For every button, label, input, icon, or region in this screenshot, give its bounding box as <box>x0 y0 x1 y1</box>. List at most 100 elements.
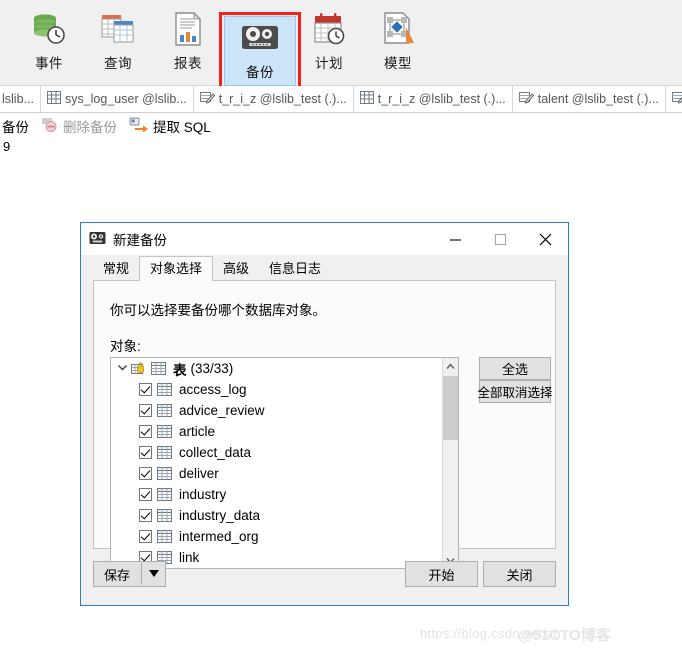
document-tab[interactable]: lslib... <box>0 86 41 112</box>
toolbar-label-query: 查询 <box>104 56 132 71</box>
tree-item-checkbox[interactable] <box>139 404 152 417</box>
tab-info-log[interactable]: 信息日志 <box>259 257 332 281</box>
dialog-tab-strip[interactable]: 常规 对象选择 高级 信息日志 <box>81 255 568 281</box>
tree-item-checkbox[interactable] <box>139 509 152 522</box>
chevron-down-icon[interactable] <box>149 570 159 577</box>
tree-item[interactable]: industry_data <box>111 505 442 526</box>
start-button[interactable]: 开始 <box>405 561 478 587</box>
table-icon <box>157 467 172 480</box>
save-split-button[interactable]: 保存 <box>93 561 166 587</box>
dialog-title-text: 新建备份 <box>113 233 167 248</box>
panel-description: 你可以选择要备份哪个数据库对象。 <box>110 303 326 318</box>
backup-highlight-annotation <box>219 12 301 90</box>
tree-item-label: access_log <box>179 382 247 397</box>
table-icon <box>157 509 172 522</box>
save-button-label: 保存 <box>104 567 131 583</box>
toolbar-button-report[interactable]: 报表 <box>155 8 221 78</box>
minimize-icon[interactable] <box>433 223 478 255</box>
grid-icon <box>46 91 61 107</box>
document-tab[interactable]: talent @lslib_test (.)... <box>513 86 666 112</box>
table-icon <box>157 446 172 459</box>
document-tab-label: lslib... <box>2 92 34 106</box>
tab-object-selection[interactable]: 对象选择 <box>139 256 214 281</box>
backup-tape-icon <box>89 231 106 248</box>
toolbar-label-model: 模型 <box>384 56 412 71</box>
tree-item-label: industry <box>179 487 227 502</box>
object-tree[interactable]: 表 (33/33) access_log advice_review artic… <box>110 357 459 569</box>
tree-item-label: industry_data <box>179 508 261 523</box>
toolbar-button-model[interactable]: 模型 <box>365 8 431 78</box>
toolbar-button-query[interactable]: 查询 <box>85 8 151 78</box>
tree-item[interactable]: deliver <box>111 463 442 484</box>
tree-root-row[interactable]: 表 (33/33) <box>111 358 442 379</box>
action-extract-sql[interactable]: 提取 SQL <box>129 116 211 136</box>
tree-item-checkbox[interactable] <box>139 425 152 438</box>
grid-icon <box>359 91 374 107</box>
chevron-down-icon[interactable] <box>117 363 131 375</box>
document-tab-label: sys_log_user @lslib... <box>64 92 187 106</box>
tree-item[interactable]: access_log <box>111 379 442 400</box>
tree-item-checkbox[interactable] <box>139 530 152 543</box>
grid-row-value: 9 <box>3 139 11 154</box>
action-delete-backup[interactable]: 删除备份 <box>41 116 117 136</box>
toolbar-button-schedule[interactable]: 计划 <box>296 8 362 78</box>
document-tab[interactable]: t_r_i_z @lslib_test (.)... <box>194 86 354 112</box>
tree-root-label: 表 <box>173 362 187 378</box>
main-toolbar: 事件 查询 报表 备份 计划 模型 <box>0 0 682 90</box>
delete-backup-icon <box>41 117 59 135</box>
toolbar-button-events[interactable]: 事件 <box>16 8 82 78</box>
query-table-icon <box>98 8 138 50</box>
report-chart-icon <box>168 8 208 50</box>
tree-scrollbar[interactable] <box>442 358 458 568</box>
tree-item-label: article <box>179 424 216 439</box>
tree-root-count: (33/33) <box>190 361 234 376</box>
maximize-icon[interactable] <box>478 223 523 255</box>
tree-item-label: collect_data <box>179 445 252 460</box>
tree-item-checkbox[interactable] <box>139 467 152 480</box>
tree-item[interactable]: industry <box>111 484 442 505</box>
dialog-title-bar[interactable]: 新建备份 <box>81 223 568 255</box>
table-icon <box>157 488 172 501</box>
tab-advanced[interactable]: 高级 <box>213 257 260 281</box>
tree-item-label: intermed_org <box>179 529 259 544</box>
select-all-button[interactable]: 全选 <box>479 357 551 380</box>
watermark-brand: @51CTO博客 <box>518 627 611 644</box>
deselect-all-button[interactable]: 全部取消选择 <box>478 380 553 403</box>
tree-item-checkbox[interactable] <box>139 383 152 396</box>
action-new-backup[interactable]: 备份 <box>0 116 29 136</box>
object-tree-body: 表 (33/33) access_log advice_review artic… <box>111 358 442 568</box>
document-tab-label: talent @lslib_test (.)... <box>537 92 659 106</box>
table-icon <box>157 425 172 438</box>
document-tab-bar[interactable]: lslib... sys_log_user @lslib... t_r_i_z … <box>0 86 682 113</box>
close-icon[interactable] <box>523 223 568 255</box>
document-tab-label: t_r_i_z @lslib_test (.)... <box>377 92 506 106</box>
toolbar-label-events: 事件 <box>35 56 63 71</box>
pencil-icon <box>671 91 682 108</box>
document-tab[interactable]: sys_log_user @lslib... <box>41 86 194 112</box>
scroll-up-icon[interactable] <box>443 358 458 374</box>
scrollbar-thumb[interactable] <box>443 376 458 440</box>
tree-item[interactable]: advice_review <box>111 400 442 421</box>
tree-item[interactable]: collect_data <box>111 442 442 463</box>
tab-general[interactable]: 常规 <box>93 257 140 281</box>
schedule-calendar-clock-icon <box>309 8 349 50</box>
tree-item[interactable]: intermed_org <box>111 526 442 547</box>
close-button[interactable]: 关闭 <box>483 561 556 587</box>
document-tab-label: t_r_i_z @lslib_test (.)... <box>218 92 347 106</box>
backup-action-toolbar: 备份 删除备份 提取 SQL <box>0 113 682 139</box>
dialog-content-panel: 你可以选择要备份哪个数据库对象。 对象: 表 (33/33) access_lo… <box>93 280 556 569</box>
table-icon <box>157 530 172 543</box>
pencil-icon <box>518 91 534 108</box>
table-icon <box>157 383 172 396</box>
action-label-new-backup: 备份 <box>2 120 29 135</box>
locked-table-icon <box>131 361 148 376</box>
document-tab[interactable]: use <box>666 86 682 112</box>
extract-sql-icon <box>129 117 149 135</box>
document-tab[interactable]: t_r_i_z @lslib_test (.)... <box>354 86 513 112</box>
tree-item[interactable]: article <box>111 421 442 442</box>
save-divider <box>141 563 142 585</box>
tree-item-checkbox[interactable] <box>139 446 152 459</box>
action-label-delete-backup: 删除备份 <box>63 120 117 135</box>
tree-item-checkbox[interactable] <box>139 488 152 501</box>
new-backup-dialog: 新建备份 常规 对象选择 高级 信息日志 你可以选择要备份哪个数据库对象。 对象… <box>80 222 569 606</box>
